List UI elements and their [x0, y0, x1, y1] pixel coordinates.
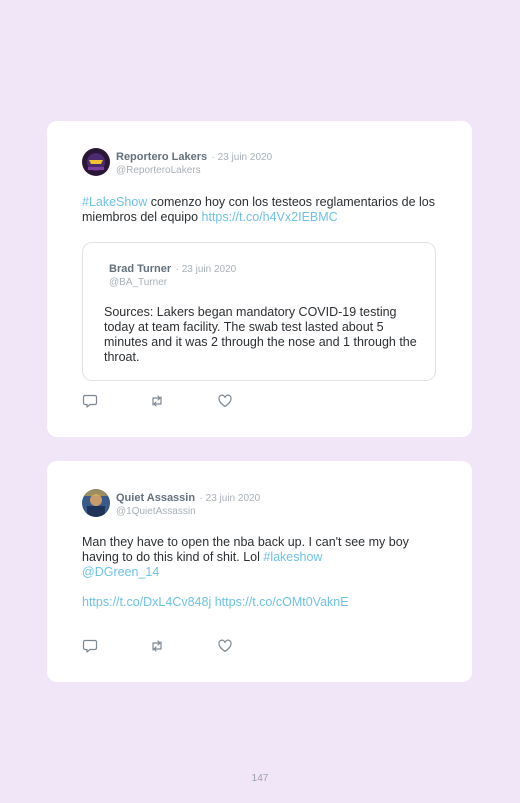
url-link[interactable]: https://t.co/h4Vx2IEBMC [202, 210, 338, 224]
tweet-header: Reportero Lakers · 23 juin 2020 @Reporte… [82, 148, 272, 177]
tweet-text: Man they have to open the nba back up. I… [82, 535, 438, 610]
url-link[interactable]: https://t.co/cOMt0VaknE [215, 595, 349, 609]
tweet-card: Reportero Lakers · 23 juin 2020 @Reporte… [47, 121, 472, 437]
quoted-tweet-text: Sources: Lakers began mandatory COVID-19… [104, 305, 417, 364]
tweet-header: Quiet Assassin · 23 juin 2020 @1QuietAss… [82, 489, 260, 518]
mention-link[interactable]: @DGreen_14 [82, 565, 159, 579]
like-icon[interactable] [217, 638, 233, 654]
reply-icon[interactable] [82, 638, 98, 654]
retweet-icon[interactable] [149, 638, 165, 654]
quoted-tweet-date: · 23 juin 2020 [175, 264, 237, 275]
author-name[interactable]: Quiet Assassin [116, 492, 195, 504]
avatar[interactable] [82, 148, 110, 176]
hashtag-link[interactable]: #lakeshow [263, 550, 322, 564]
author-name[interactable]: Reportero Lakers [116, 151, 207, 163]
tweet-date: · 23 juin 2020 [211, 152, 273, 163]
url-link[interactable]: https://t.co/DxL4Cv848j [82, 595, 211, 609]
retweet-icon[interactable] [149, 393, 165, 409]
quoted-tweet[interactable]: Brad Turner · 23 juin 2020 @BA_Turner So… [82, 242, 436, 381]
page-number: 147 [251, 773, 269, 784]
tweet-body: Man they have to open the nba back up. I… [82, 535, 409, 564]
reply-icon[interactable] [82, 393, 98, 409]
author-handle[interactable]: @ReporteroLakers [116, 164, 272, 177]
tweet-actions [82, 638, 233, 654]
hashtag-link[interactable]: #LakeShow [82, 195, 147, 209]
like-icon[interactable] [217, 393, 233, 409]
tweet-text: #LakeShow comenzo hoy con los testeos re… [82, 195, 442, 225]
tweet-actions [82, 393, 233, 409]
quoted-author-handle[interactable]: @BA_Turner [109, 276, 236, 289]
tweet-card: Quiet Assassin · 23 juin 2020 @1QuietAss… [47, 461, 472, 682]
tweet-date: · 23 juin 2020 [199, 493, 261, 504]
quoted-author-name[interactable]: Brad Turner [109, 263, 171, 275]
avatar[interactable] [82, 489, 110, 517]
author-handle[interactable]: @1QuietAssassin [116, 505, 260, 518]
